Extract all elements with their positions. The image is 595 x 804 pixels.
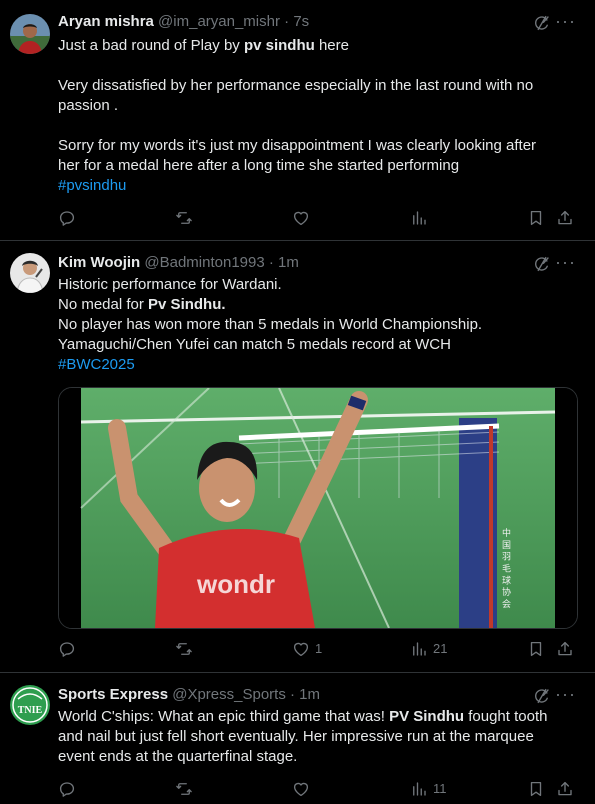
like-icon [292, 780, 310, 798]
bookmark-icon [527, 780, 545, 798]
bold-text: PV Sindhu [389, 708, 465, 725]
like-icon [292, 640, 310, 658]
grok-icon[interactable] [533, 255, 551, 273]
text-line: Just a bad round of Play by pv sindhu he… [58, 36, 573, 56]
reply-button[interactable] [58, 778, 81, 800]
text-line: Yamaguchi/Chen Yufei can match 5 medals … [58, 336, 451, 353]
text-line: passion . [58, 97, 119, 114]
repost-button[interactable] [175, 778, 198, 800]
share-button[interactable] [556, 778, 574, 800]
share-button[interactable] [556, 638, 574, 660]
repost-icon [175, 780, 193, 798]
display-name[interactable]: Sports Express [58, 686, 168, 703]
text-segment: Just a bad round of Play by [58, 37, 244, 54]
views-icon [410, 640, 428, 658]
share-icon [556, 209, 574, 227]
reply-button[interactable] [58, 638, 81, 660]
bookmark-button[interactable] [527, 207, 545, 229]
views-icon [410, 209, 428, 227]
tweet-header: Sports Express @Xpress_Sports · 1m [58, 685, 525, 705]
reply-button[interactable] [58, 207, 81, 229]
user-handle[interactable]: @Xpress_Sports [172, 686, 286, 703]
tweet-header: Aryan mishra @im_aryan_mishr · 7s [58, 12, 525, 32]
share-icon [556, 640, 574, 658]
views-count: 21 [433, 641, 448, 656]
tweet-sports-express[interactable]: TNIE Sports Express @Xpress_Sports · 1m … [0, 673, 595, 804]
user-handle[interactable]: @Badminton1993 [144, 254, 264, 271]
separator: · [290, 686, 295, 703]
avatar[interactable] [10, 14, 50, 54]
action-bar: 1 21 [0, 638, 595, 660]
views-button[interactable]: 21 [410, 638, 447, 660]
bookmark-button[interactable] [527, 638, 545, 660]
views-count: 11 [433, 781, 447, 796]
user-handle[interactable]: @im_aryan_mishr [158, 13, 280, 30]
text-segment: fought tooth [464, 708, 548, 725]
like-button[interactable] [292, 207, 315, 229]
more-icon[interactable]: ··· [555, 12, 575, 33]
grok-icon[interactable] [533, 687, 551, 705]
share-button[interactable] [556, 207, 574, 229]
display-name[interactable]: Kim Woojin [58, 254, 140, 271]
repost-button[interactable] [175, 207, 198, 229]
like-button[interactable] [292, 778, 315, 800]
text-line: Sorry for my words it's just my disappoi… [58, 137, 537, 154]
hashtag-link[interactable]: #pvsindhu [58, 176, 573, 196]
tweet-text: Historic performance for Wardani. No med… [58, 275, 573, 375]
text-segment: World C'ships: What an epic third game t… [58, 708, 390, 725]
tweet-header: Kim Woojin @Badminton1993 · 1m [58, 253, 525, 273]
tweet-media-image[interactable]: wondr 中 国 羽 毛 球 协 会 [58, 387, 578, 629]
bold-text: pv sindhu [243, 37, 315, 54]
text-line: Very dissatisfied by her performance esp… [58, 77, 534, 94]
tweet-text: Just a bad round of Play by pv sindhu he… [58, 36, 573, 196]
timestamp[interactable]: 1m [299, 686, 320, 703]
more-icon[interactable]: ··· [555, 253, 575, 274]
text-segment: here [314, 37, 349, 54]
text-line: World C'ships: What an epic third game t… [58, 707, 573, 727]
views-button[interactable] [410, 207, 433, 229]
more-icon[interactable]: ··· [555, 685, 575, 706]
reply-icon [58, 640, 76, 658]
bookmark-button[interactable] [527, 778, 545, 800]
timestamp[interactable]: 7s [293, 13, 309, 30]
bookmark-icon [527, 640, 545, 658]
bookmark-icon [527, 209, 545, 227]
reply-icon [58, 209, 76, 227]
timestamp[interactable]: 1m [278, 254, 299, 271]
separator: · [284, 13, 290, 30]
bold-text: Pv Sindhu. [148, 296, 226, 313]
broadcast-caption: 中 国 羽 毛 球 协 会 [500, 527, 511, 609]
avatar-logo-text: TNIE [18, 705, 43, 716]
views-icon [410, 780, 428, 798]
text-line: No player has won more than 5 medals in … [58, 316, 483, 333]
reply-icon [58, 780, 76, 798]
avatar[interactable] [10, 253, 50, 293]
hashtag-link[interactable]: #BWC2025 [58, 355, 573, 375]
action-bar: 11 [0, 778, 595, 800]
action-bar [0, 207, 595, 229]
repost-button[interactable] [175, 638, 198, 660]
text-line: No medal for Pv Sindhu. [58, 295, 573, 315]
grok-icon[interactable] [533, 14, 551, 32]
display-name[interactable]: Aryan mishra [58, 13, 154, 30]
views-button[interactable]: 11 [410, 778, 447, 800]
like-button[interactable]: 1 [292, 638, 322, 660]
text-line: event ends at the quarterfinal stage. [58, 748, 298, 765]
tweet-aryan[interactable]: Aryan mishra @im_aryan_mishr · 7s ··· Ju… [0, 0, 595, 240]
separator: · [268, 254, 274, 271]
player-photo: wondr 中 国 羽 毛 球 协 会 [59, 388, 577, 628]
like-count: 1 [315, 641, 323, 656]
repost-icon [175, 640, 193, 658]
share-icon [556, 780, 574, 798]
text-segment: No medal for [58, 296, 149, 313]
repost-icon [175, 209, 193, 227]
shirt-text: wondr [196, 569, 275, 599]
text-line: and nail but just fell short eventually.… [58, 728, 534, 745]
avatar[interactable]: TNIE [10, 685, 50, 725]
like-icon [292, 209, 310, 227]
text-line: her for a medal here after a long time s… [58, 157, 460, 174]
text-line: Historic performance for Wardani. [58, 276, 282, 293]
tweet-text: World C'ships: What an epic third game t… [58, 707, 573, 767]
